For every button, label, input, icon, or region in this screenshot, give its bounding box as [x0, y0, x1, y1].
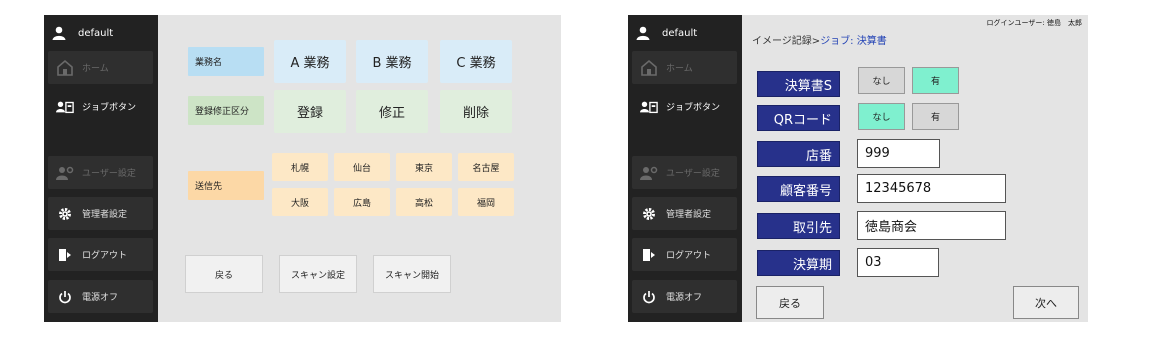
left-screen: default ホーム ジョブボタン ユーザー設定 管理者設定 ログアウト 電源…	[44, 15, 561, 322]
sidebar-item-job-button[interactable]: ジョブボタン	[48, 90, 153, 123]
sidebar-item-power-off[interactable]: 電源オフ	[632, 280, 737, 313]
qr-toggle-no[interactable]: なし	[858, 103, 905, 130]
user-info: default	[636, 23, 697, 43]
sidebar-item-user-settings[interactable]: ユーザー設定	[632, 156, 737, 189]
register-button[interactable]: 登録	[274, 90, 346, 133]
next-button[interactable]: 次へ	[1013, 286, 1079, 319]
logout-icon	[640, 247, 658, 263]
store-number-field[interactable]: 999	[857, 139, 940, 168]
user-icon	[52, 26, 66, 40]
right-screen: default ホーム ジョブボタン ユーザー設定 管理者設定 ログアウト 電源…	[628, 15, 1088, 322]
sidebar-item-label: ユーザー設定	[82, 169, 136, 179]
kessansho-toggle-yes[interactable]: 有	[912, 67, 959, 94]
breadcrumb-current: ジョブ: 決算書	[820, 36, 887, 47]
destination-sapporo-button[interactable]: 札幌	[272, 153, 328, 181]
left-sidebar: default ホーム ジョブボタン ユーザー設定 管理者設定 ログアウト 電源…	[44, 15, 158, 322]
sidebar-item-label: ユーザー設定	[666, 169, 720, 179]
customer-number-label: 顧客番号	[757, 176, 840, 202]
delete-button[interactable]: 削除	[440, 90, 512, 133]
back-button[interactable]: 戻る	[185, 255, 263, 293]
home-icon	[56, 59, 74, 76]
business-name-label: 業務名	[188, 47, 264, 76]
store-number-label: 店番	[757, 141, 840, 167]
destination-nagoya-button[interactable]: 名古屋	[458, 153, 514, 181]
sidebar-item-power-off[interactable]: 電源オフ	[48, 280, 153, 313]
business-c-button[interactable]: C 業務	[440, 40, 512, 83]
job-button-icon	[56, 99, 74, 115]
qr-toggle-yes[interactable]: 有	[912, 103, 959, 130]
home-icon	[640, 59, 658, 76]
user-icon	[636, 26, 650, 40]
business-b-button[interactable]: B 業務	[356, 40, 428, 83]
destination-hiroshima-button[interactable]: 広島	[334, 188, 390, 216]
fiscal-period-field[interactable]: 03	[857, 248, 939, 277]
user-name: default	[662, 27, 698, 39]
job-button-icon	[640, 99, 658, 115]
edit-button[interactable]: 修正	[356, 90, 428, 133]
destination-label: 送信先	[188, 171, 264, 200]
sidebar-item-label: ホーム	[82, 64, 109, 74]
sidebar-item-user-settings[interactable]: ユーザー設定	[48, 156, 153, 189]
business-a-button[interactable]: A 業務	[274, 40, 346, 83]
user-settings-icon	[640, 165, 658, 181]
gear-icon	[56, 206, 74, 222]
destination-tokyo-button[interactable]: 東京	[396, 153, 452, 181]
sidebar-item-label: ジョブボタン	[82, 103, 137, 113]
kessansho-label: 決算書S	[757, 71, 840, 97]
sidebar-item-home[interactable]: ホーム	[632, 51, 737, 84]
gear-icon	[640, 206, 658, 222]
destination-osaka-button[interactable]: 大阪	[272, 188, 328, 216]
sidebar-item-logout[interactable]: ログアウト	[632, 238, 737, 271]
right-sidebar: default ホーム ジョブボタン ユーザー設定 管理者設定 ログアウト 電源…	[628, 15, 742, 322]
power-icon	[640, 289, 658, 305]
sidebar-item-label: ジョブボタン	[666, 103, 721, 113]
sidebar-item-label: 電源オフ	[82, 293, 119, 303]
sidebar-item-label: ログアウト	[666, 251, 712, 261]
user-info: default	[52, 23, 113, 43]
login-user-text: ログインユーザー: 徳島 太郎	[986, 19, 1082, 27]
sidebar-item-logout[interactable]: ログアウト	[48, 238, 153, 271]
client-field[interactable]: 徳島商会	[857, 211, 1006, 240]
sidebar-item-job-button[interactable]: ジョブボタン	[632, 90, 737, 123]
sidebar-item-label: 管理者設定	[666, 210, 712, 220]
sidebar-item-home[interactable]: ホーム	[48, 51, 153, 84]
register-edit-type-label: 登録修正区分	[188, 96, 264, 125]
fiscal-period-label: 決算期	[757, 250, 840, 276]
user-name: default	[78, 27, 114, 39]
scan-settings-button[interactable]: スキャン設定	[279, 255, 357, 293]
sidebar-item-admin-settings[interactable]: 管理者設定	[632, 197, 737, 230]
kessansho-toggle-no[interactable]: なし	[858, 67, 905, 94]
sidebar-item-admin-settings[interactable]: 管理者設定	[48, 197, 153, 230]
destination-sendai-button[interactable]: 仙台	[334, 153, 390, 181]
sidebar-item-label: ログアウト	[82, 251, 128, 261]
back-button[interactable]: 戻る	[756, 286, 824, 319]
client-label: 取引先	[757, 213, 840, 239]
qr-code-label: QRコード	[757, 105, 840, 131]
right-content: ログインユーザー: 徳島 太郎 イメージ記録>ジョブ: 決算書 決算書S QRコ…	[742, 15, 1088, 322]
sidebar-item-label: 電源オフ	[666, 293, 703, 303]
logout-icon	[56, 247, 74, 263]
breadcrumb-prefix: イメージ記録>	[752, 36, 821, 47]
sidebar-item-label: ホーム	[666, 64, 693, 74]
customer-number-field[interactable]: 12345678	[857, 174, 1006, 203]
sidebar-item-label: 管理者設定	[82, 210, 128, 220]
destination-takamatsu-button[interactable]: 高松	[396, 188, 452, 216]
power-icon	[56, 289, 74, 305]
scan-start-button[interactable]: スキャン開始	[373, 255, 451, 293]
user-settings-icon	[56, 165, 74, 181]
destination-fukuoka-button[interactable]: 福岡	[458, 188, 514, 216]
breadcrumb: イメージ記録>ジョブ: 決算書	[752, 32, 887, 47]
